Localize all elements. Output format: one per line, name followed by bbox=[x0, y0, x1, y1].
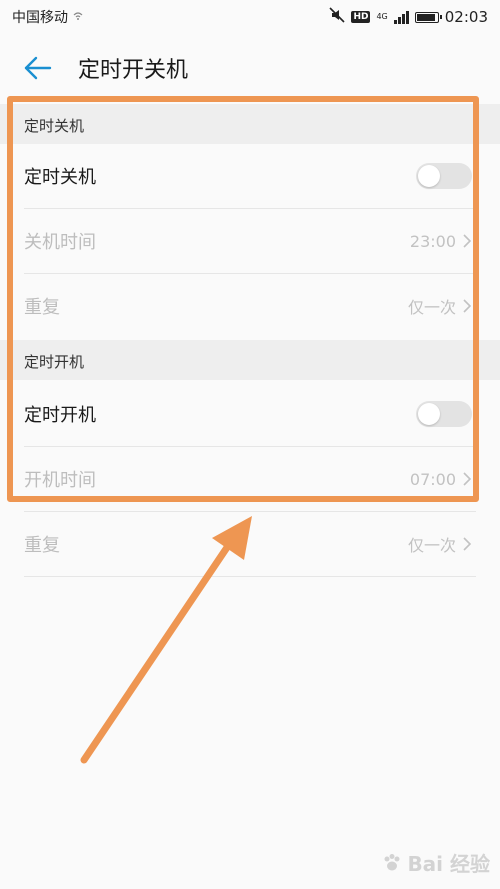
status-bar: 中国移动 HD 4G 02:03 bbox=[0, 0, 500, 34]
carrier-label: 中国移动 bbox=[12, 10, 68, 26]
arrow-left-icon bbox=[24, 56, 52, 80]
network-label: 4G bbox=[376, 12, 388, 21]
shutdown-toggle-switch[interactable] bbox=[416, 163, 472, 189]
chevron-right-icon bbox=[463, 299, 472, 313]
hd-badge: HD bbox=[351, 11, 371, 23]
paw-icon bbox=[384, 853, 400, 870]
shutdown-repeat-row[interactable]: 重复 仅一次 bbox=[0, 274, 500, 338]
shutdown-repeat-label: 重复 bbox=[24, 297, 60, 318]
startup-toggle-switch[interactable] bbox=[416, 401, 472, 427]
startup-time-row[interactable]: 开机时间 07:00 bbox=[0, 447, 500, 511]
shutdown-toggle-label: 定时关机 bbox=[24, 167, 96, 188]
startup-repeat-value: 仅一次 bbox=[407, 536, 456, 555]
shutdown-time-label: 关机时间 bbox=[24, 232, 96, 253]
wifi-call-icon bbox=[72, 10, 84, 25]
mute-icon bbox=[329, 7, 346, 27]
network-type: 4G bbox=[376, 13, 387, 21]
signal-icon bbox=[393, 10, 409, 24]
shutdown-repeat-value: 仅一次 bbox=[407, 298, 456, 317]
chevron-right-icon bbox=[463, 234, 472, 248]
shutdown-time-row[interactable]: 关机时间 23:00 bbox=[0, 209, 500, 273]
back-button[interactable] bbox=[8, 38, 68, 98]
startup-toggle-label: 定时开机 bbox=[24, 405, 96, 426]
toggle-knob bbox=[418, 165, 440, 187]
startup-repeat-row[interactable]: 重复 仅一次 bbox=[0, 512, 500, 576]
startup-repeat-label: 重复 bbox=[24, 535, 60, 556]
shutdown-toggle-row[interactable]: 定时关机 bbox=[0, 144, 500, 208]
app-header: 定时开关机 bbox=[0, 34, 500, 102]
clock: 02:03 bbox=[444, 8, 488, 26]
section-header-shutdown: 定时关机 bbox=[0, 104, 500, 144]
startup-time-value: 07:00 bbox=[409, 469, 456, 489]
page-title: 定时开关机 bbox=[78, 58, 189, 83]
shutdown-time-value: 23:00 bbox=[409, 231, 456, 251]
startup-time-label: 开机时间 bbox=[24, 470, 96, 491]
startup-toggle-row[interactable]: 定时开机 bbox=[0, 382, 500, 446]
status-bar-left: 中国移动 bbox=[12, 7, 84, 27]
chevron-right-icon bbox=[463, 472, 472, 486]
divider bbox=[24, 576, 476, 577]
status-bar-right: HD 4G 02:03 bbox=[329, 7, 488, 27]
battery-icon bbox=[414, 11, 442, 23]
section-header-startup: 定时开机 bbox=[0, 340, 500, 380]
toggle-knob bbox=[418, 403, 440, 425]
watermark: Bai 经验 bbox=[381, 848, 490, 877]
watermark-text: Bai 经验 bbox=[407, 852, 490, 876]
battery-fill bbox=[416, 13, 435, 21]
chevron-right-icon bbox=[463, 537, 472, 551]
